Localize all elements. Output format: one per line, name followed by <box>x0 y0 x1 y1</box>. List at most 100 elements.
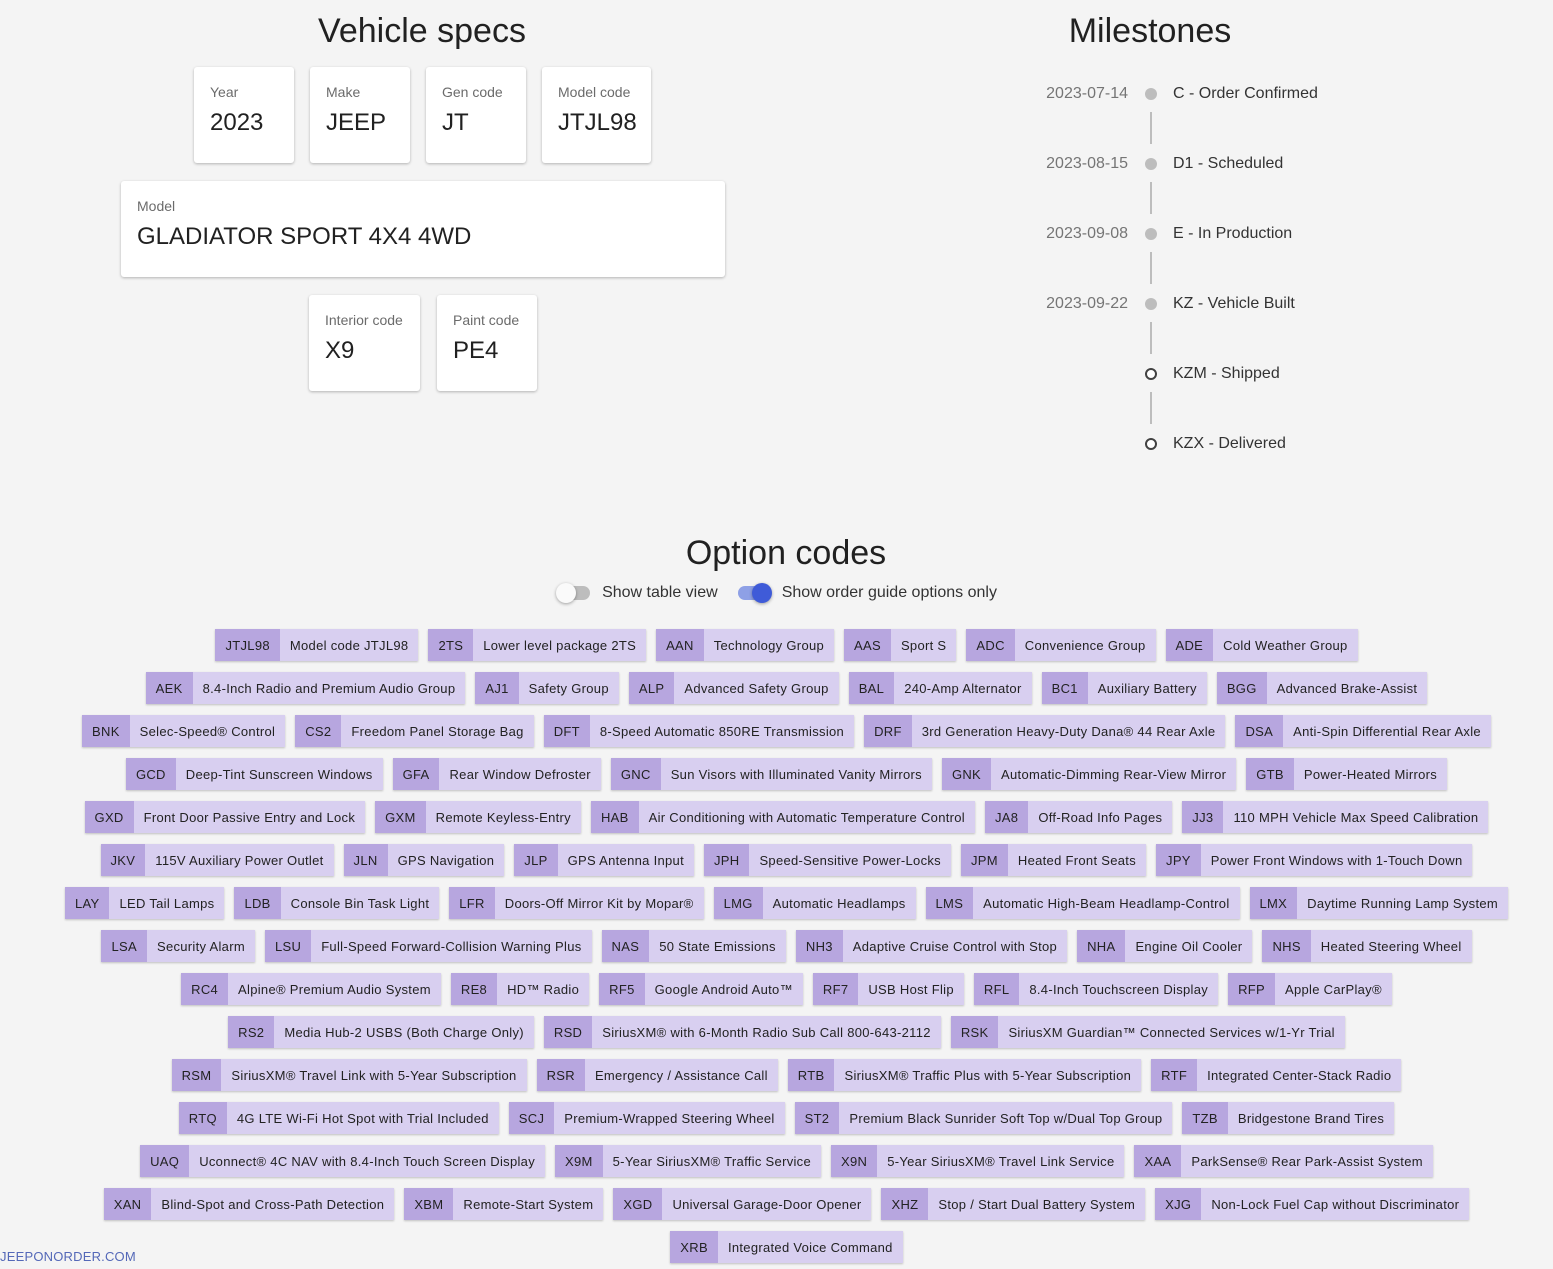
option-code: LAY <box>64 887 110 919</box>
option-chip[interactable]: NAS 50 State Emissions <box>601 930 786 962</box>
option-chip[interactable]: RSR Emergency / Assistance Call <box>536 1059 778 1091</box>
option-chip[interactable]: RF7 USB Host Flip <box>812 973 964 1005</box>
option-chip[interactable]: XHZ Stop / Start Dual Battery System <box>881 1188 1146 1220</box>
milestone-label: E - In Production <box>1173 225 1293 242</box>
option-chip[interactable]: JJ3 110 MPH Vehicle Max Speed Calibration <box>1182 801 1489 833</box>
option-code: RFP <box>1228 973 1275 1005</box>
option-chip[interactable]: NHA Engine Oil Cooler <box>1077 930 1253 962</box>
model-code-value: JTJL98 <box>558 109 637 136</box>
option-chip[interactable]: XAN Blind-Spot and Cross-Path Detection <box>103 1188 395 1220</box>
option-chip[interactable]: ADC Convenience Group <box>966 629 1156 661</box>
timeline-connector <box>1150 182 1152 214</box>
option-chip[interactable]: AEK 8.4-Inch Radio and Premium Audio Grou… <box>145 672 466 704</box>
option-chip[interactable]: RE8 HD™ Radio <box>450 973 590 1005</box>
option-chip[interactable]: LMX Daytime Running Lamp System <box>1249 887 1509 919</box>
option-chip[interactable]: XJG Non-Lock Fuel Cap without Discriminat… <box>1155 1188 1470 1220</box>
footer-brand[interactable]: JEEPONORDER.COM <box>0 1249 136 1264</box>
order-guide-toggle[interactable]: Show order guide options only <box>736 582 997 604</box>
option-description: Adaptive Cruise Control with Stop <box>842 930 1068 962</box>
option-chip[interactable]: RSD SiriusXM® with 6-Month Radio Sub Call… <box>543 1016 941 1048</box>
option-chip[interactable]: X9M 5-Year SiriusXM® Traffic Service <box>555 1145 822 1177</box>
option-chip[interactable]: XAA ParkSense® Rear Park-Assist System <box>1134 1145 1433 1177</box>
table-view-toggle[interactable]: Show table view <box>556 582 718 604</box>
option-chip[interactable]: HAB Air Conditioning with Automatic Tempe… <box>590 801 975 833</box>
option-chip[interactable]: RF5 Google Android Auto™ <box>599 973 803 1005</box>
option-code: JLP <box>514 844 558 876</box>
option-chip[interactable]: GFA Rear Window Defroster <box>392 758 601 790</box>
option-chip[interactable]: NH3 Adaptive Cruise Control with Stop <box>795 930 1068 962</box>
option-chip[interactable]: XGD Universal Garage-Door Opener <box>613 1188 872 1220</box>
option-chip[interactable]: LDB Console Bin Task Light <box>234 887 440 919</box>
option-chip[interactable]: LFR Doors-Off Mirror Kit by Mopar® <box>449 887 704 919</box>
option-chip[interactable]: BC1 Auxiliary Battery <box>1041 672 1207 704</box>
make-label: Make <box>326 84 361 100</box>
option-chip[interactable]: LAY LED Tail Lamps <box>64 887 225 919</box>
option-chip[interactable]: 2TS Lower level package 2TS <box>428 629 647 661</box>
option-chip[interactable]: JLN GPS Navigation <box>343 844 505 876</box>
option-toggles: Show table view Show order guide options… <box>0 582 1553 604</box>
option-description: Universal Garage-Door Opener <box>662 1188 872 1220</box>
option-chip[interactable]: DRF 3rd Generation Heavy-Duty Dana® 44 Re… <box>864 715 1226 747</box>
option-chip[interactable]: JLP GPS Antenna Input <box>514 844 694 876</box>
option-code: GFA <box>392 758 440 790</box>
option-chip[interactable]: DSA Anti-Spin Differential Rear Axle <box>1235 715 1491 747</box>
option-chip[interactable]: JPY Power Front Windows with 1-Touch Down <box>1156 844 1473 876</box>
option-chip[interactable]: RFL 8.4-Inch Touchscreen Display <box>973 973 1219 1005</box>
option-chip[interactable]: AAS Sport S <box>844 629 957 661</box>
option-chip[interactable]: RTF Integrated Center-Stack Radio <box>1151 1059 1402 1091</box>
option-chip[interactable]: XBM Remote-Start System <box>404 1188 604 1220</box>
option-chip[interactable]: RTQ 4G LTE Wi-Fi Hot Spot with Trial Incl… <box>178 1102 499 1134</box>
option-code: XRB <box>670 1231 718 1263</box>
option-chip[interactable]: SCJ Premium-Wrapped Steering Wheel <box>508 1102 785 1134</box>
option-chip[interactable]: UAQ Uconnect® 4C NAV with 8.4-Inch Touch … <box>140 1145 546 1177</box>
paint-code-value: PE4 <box>453 337 499 364</box>
option-chip[interactable]: DFT 8-Speed Automatic 850RE Transmission <box>543 715 855 747</box>
option-code: JKV <box>100 844 146 876</box>
option-chip[interactable]: ST2 Premium Black Sunrider Soft Top w/Dua… <box>794 1102 1173 1134</box>
option-chip[interactable]: AJ1 Safety Group <box>475 672 619 704</box>
option-chip[interactable]: RC4 Alpine® Premium Audio System <box>181 973 441 1005</box>
option-chip[interactable]: X9N 5-Year SiriusXM® Travel Link Service <box>831 1145 1125 1177</box>
option-chip[interactable]: RS2 Media Hub-2 USBS (Both Charge Only) <box>228 1016 534 1048</box>
paint-code-card: Paint code PE4 <box>437 295 537 391</box>
option-chip[interactable]: JTJL98 Model code JTJL98 <box>215 629 419 661</box>
option-chip[interactable]: CS2 Freedom Panel Storage Bag <box>295 715 534 747</box>
option-chip[interactable]: BGG Advanced Brake-Assist <box>1216 672 1428 704</box>
option-chip[interactable]: XRB Integrated Voice Command <box>670 1231 903 1263</box>
option-chip[interactable]: TZB Bridgestone Brand Tires <box>1182 1102 1395 1134</box>
option-chip[interactable]: LSU Full-Speed Forward-Collision Warning … <box>264 930 592 962</box>
option-description: Remote Keyless-Entry <box>425 801 581 833</box>
option-description: Daytime Running Lamp System <box>1297 887 1509 919</box>
option-chip[interactable]: RFP Apple CarPlay® <box>1228 973 1392 1005</box>
option-chip[interactable]: RSK SiriusXM Guardian™ Connected Services… <box>950 1016 1345 1048</box>
option-chip[interactable]: NHS Heated Steering Wheel <box>1262 930 1472 962</box>
order-guide-switch[interactable] <box>736 582 772 604</box>
option-chip[interactable]: GXM Remote Keyless-Entry <box>375 801 581 833</box>
option-chip[interactable]: ALP Advanced Safety Group <box>628 672 839 704</box>
option-chip[interactable]: GXD Front Door Passive Entry and Lock <box>84 801 366 833</box>
option-chip[interactable]: RTB SiriusXM® Traffic Plus with 5-Year Su… <box>787 1059 1142 1091</box>
option-chip[interactable]: GNK Automatic-Dimming Rear-View Mirror <box>941 758 1237 790</box>
option-chip[interactable]: LMG Automatic Headlamps <box>713 887 916 919</box>
option-chip[interactable]: GTB Power-Heated Mirrors <box>1246 758 1448 790</box>
option-chip[interactable]: JPM Heated Front Seats <box>960 844 1147 876</box>
option-chip[interactable]: RSM SiriusXM® Travel Link with 5-Year Sub… <box>171 1059 527 1091</box>
option-chip[interactable]: LSA Security Alarm <box>101 930 255 962</box>
option-chip[interactable]: GCD Deep-Tint Sunscreen Windows <box>125 758 383 790</box>
option-description: 5-Year SiriusXM® Traffic Service <box>602 1145 822 1177</box>
option-code: NAS <box>601 930 650 962</box>
option-chip[interactable]: ADE Cold Weather Group <box>1165 629 1358 661</box>
option-code: DRF <box>864 715 912 747</box>
option-chip[interactable]: LMS Automatic High-Beam Headlamp-Control <box>925 887 1240 919</box>
option-description: Lower level package 2TS <box>473 629 647 661</box>
option-description: LED Tail Lamps <box>109 887 225 919</box>
option-chip[interactable]: BNK Selec-Speed® Control <box>82 715 286 747</box>
option-chip[interactable]: AAN Technology Group <box>656 629 835 661</box>
option-chip[interactable]: BAL 240-Amp Alternator <box>848 672 1032 704</box>
option-chip[interactable]: JA8 Off-Road Info Pages <box>985 801 1173 833</box>
option-code: GXM <box>375 801 426 833</box>
option-chip[interactable]: JKV 115V Auxiliary Power Outlet <box>100 844 334 876</box>
option-chip[interactable]: GNC Sun Visors with Illuminated Vanity Mi… <box>610 758 932 790</box>
option-chip[interactable]: JPH Speed-Sensitive Power-Locks <box>703 844 951 876</box>
table-view-switch[interactable] <box>556 582 592 604</box>
